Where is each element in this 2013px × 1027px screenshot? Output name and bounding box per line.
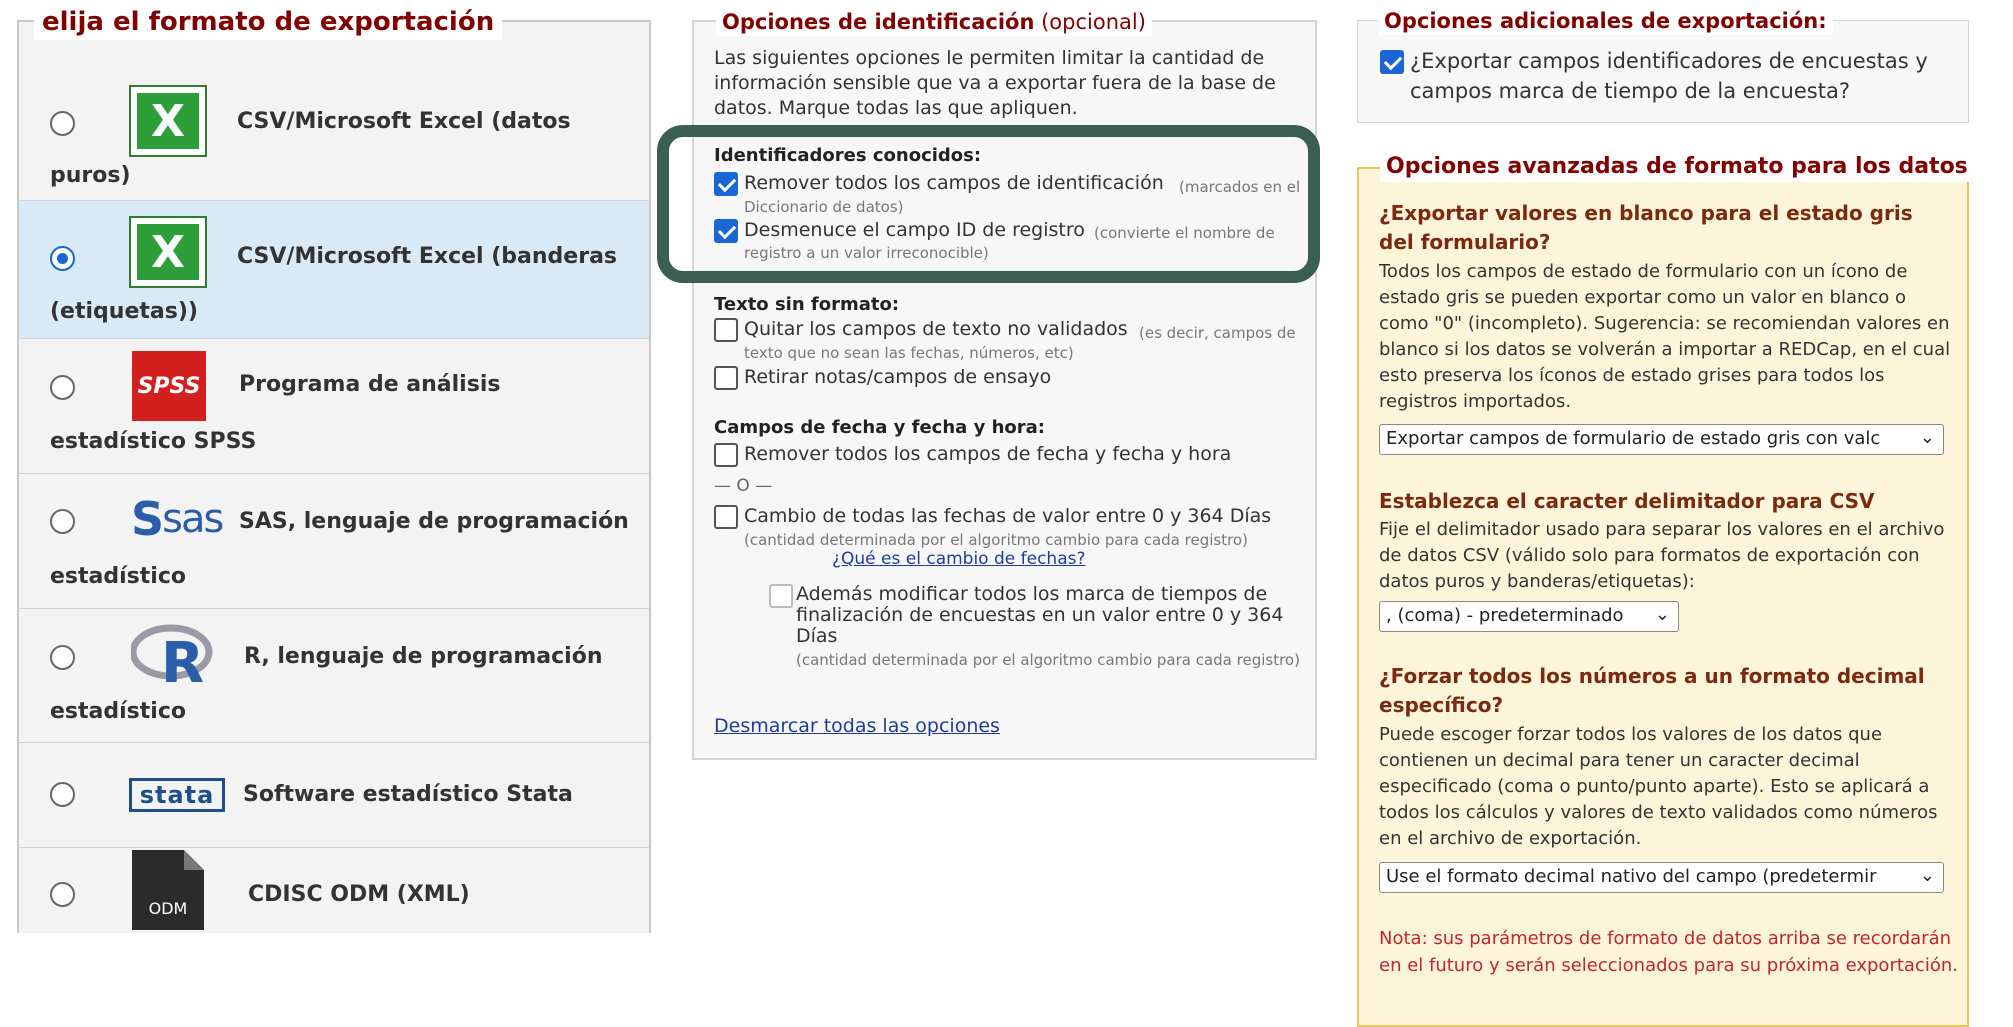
format-option-sas[interactable]: Ssas SAS, lenguaje de programación estad… [19,474,649,609]
or-separator: — O — [714,476,773,496]
format-label: CDISC ODM (XML) [248,882,470,907]
stata-icon: stata [127,760,227,830]
format-label-cont: puros) [50,163,131,188]
uncheck-all-link[interactable]: Desmarcar todas las opciones [714,715,1000,737]
identifiers-highlight-frame [657,125,1320,283]
decimal-heading: ¿Forzar todos los números a un formato d… [1379,664,1925,717]
delimiter-text: Fije el delimitador usado para separar l… [1379,519,1945,592]
remember-settings-note: Nota: sus parámetros de formato de datos… [1379,928,1958,976]
sas-icon: Ssas [131,492,224,546]
identification-intro: Las siguientes opciones le permiten limi… [714,47,1276,119]
format-label-cont: estadístico [50,564,186,589]
radio-odm[interactable] [50,882,75,907]
identification-legend-optional: (opcional) [1041,10,1146,34]
shift-dates-label: Cambio de todas las fechas de valor entr… [744,505,1272,527]
format-option-csv-labels[interactable]: X CSV/Microsoft Excel (banderas (etiquet… [19,201,649,339]
format-label-cont: (etiquetas)) [50,299,198,324]
date-fields-heading: Campos de fecha y fecha y hora: [714,417,1045,438]
format-option-spss[interactable]: SPSS Programa de análisis estadístico SP… [19,339,649,474]
export-format-panel: X CSV/Microsoft Excel (datos puros) X CS… [17,20,651,933]
remove-unvalidated-checkbox[interactable] [714,318,738,342]
radio-stata[interactable] [50,782,75,807]
chevron-down-icon: ⌄ [1919,427,1935,448]
shift-timestamps-label: Además modificar todos los marca de tiem… [796,583,1284,647]
remove-notes-checkbox[interactable] [714,366,738,390]
delimiter-heading: Establezca el caracter delimitador para … [1379,489,1875,513]
format-label: Programa de análisis [239,372,501,397]
advanced-format-panel: ¿Exportar valores en blanco para el esta… [1357,167,1969,1027]
spss-icon: SPSS [132,351,206,421]
radio-r[interactable] [50,645,75,670]
radio-sas[interactable] [50,509,75,534]
remove-dates-checkbox[interactable] [714,443,738,467]
format-label: R, lenguaje de programación [244,644,603,669]
shift-dates-checkbox[interactable] [714,505,738,529]
decimal-select[interactable]: Use el formato decimal nativo del campo … [1379,862,1944,893]
format-label-cont: estadístico [50,699,186,724]
additional-options-panel: ¿Exportar campos identificadores de encu… [1357,20,1969,123]
additional-options-legend: Opciones adicionales de exportación: [1378,7,1833,35]
chevron-down-icon: ⌄ [1654,604,1670,625]
excel-icon: X [129,216,207,288]
format-label: CSV/Microsoft Excel (datos [237,109,571,134]
radio-csv-labels[interactable] [50,246,75,271]
remove-dates-label: Remover todos los campos de fecha y fech… [744,443,1232,465]
advanced-format-legend: Opciones avanzadas de formato para los d… [1380,152,1974,182]
remove-unvalidated-note: (es decir, campos de texto que no sean l… [744,324,1296,362]
format-label: Software estadístico Stata [243,782,573,807]
odm-icon: ODM [132,850,206,930]
remove-notes-label: Retirar notas/campos de ensayo [744,366,1052,388]
format-option-stata[interactable]: stata Software estadístico Stata [19,743,649,848]
shift-timestamps-checkbox[interactable] [769,584,793,608]
format-label-cont: estadístico SPSS [50,429,257,454]
blank-gray-text: Todos los campos de estado de formulario… [1379,261,1951,412]
export-survey-fields-checkbox[interactable] [1380,50,1404,74]
radio-spss[interactable] [50,375,75,400]
format-label: CSV/Microsoft Excel (banderas [237,244,618,269]
identification-legend-title: Opciones de identificación [722,10,1035,34]
r-icon: R [129,619,219,691]
svg-text:ODM: ODM [149,899,188,918]
delimiter-select[interactable]: , (coma) - predeterminado ⌄ [1379,601,1679,632]
date-shift-help-link[interactable]: ¿Qué es el cambio de fechas? [832,549,1086,569]
blank-gray-heading: ¿Exportar valores en blanco para el esta… [1379,201,1913,254]
blank-gray-select[interactable]: Exportar campos de formulario de estado … [1379,424,1944,455]
identification-legend: Opciones de identificación (opcional) [716,8,1152,36]
svg-text:R: R [161,631,204,688]
free-text-heading: Texto sin formato: [714,294,900,315]
excel-icon: X [129,85,207,157]
format-option-odm[interactable]: ODM CDISC ODM (XML) [19,848,649,933]
format-option-r[interactable]: R R, lenguaje de programación estadístic… [19,609,649,743]
export-format-legend: elija el formato de exportación [34,4,503,40]
chevron-down-icon: ⌄ [1919,865,1935,886]
shift-dates-note: (cantidad determinada por el algoritmo c… [744,531,1248,549]
shift-timestamps-note: (cantidad determinada por el algoritmo c… [796,651,1300,669]
decimal-text: Puede escoger forzar todos los valores d… [1379,724,1938,849]
format-option-csv-raw[interactable]: X CSV/Microsoft Excel (datos puros) [19,50,649,201]
format-label: SAS, lenguaje de programación [239,509,629,534]
export-survey-fields-label: ¿Exportar campos identificadores de encu… [1410,49,1928,103]
radio-csv-raw[interactable] [50,111,75,136]
